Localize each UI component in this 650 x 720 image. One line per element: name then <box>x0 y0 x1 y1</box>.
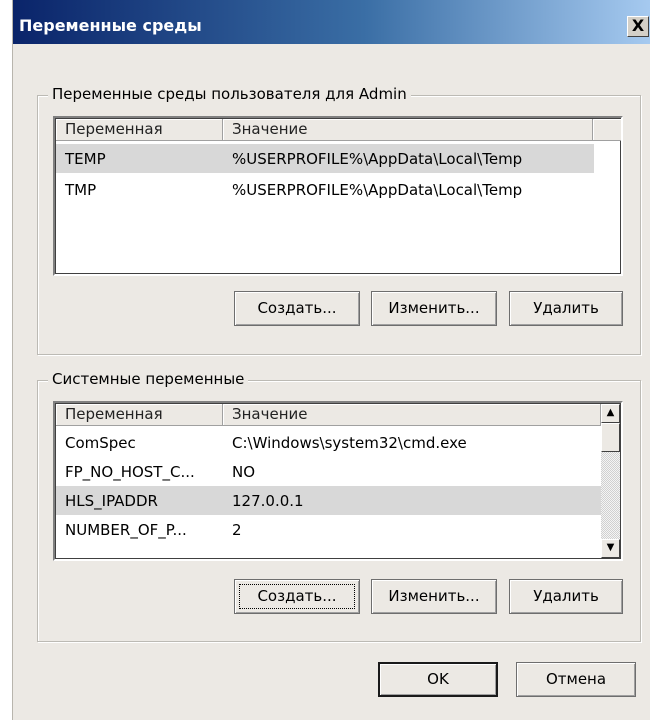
cancel-button[interactable]: Отмена <box>516 662 636 697</box>
system-variables-header: Переменная Значение <box>56 404 601 426</box>
variable-name: HLS_IPADDR <box>65 491 158 510</box>
variable-name: TEMP <box>65 149 106 168</box>
user-new-button[interactable]: Создать... <box>234 291 360 326</box>
variable-name: ComSpec <box>65 433 136 452</box>
system-variables-group: Системные переменные Переменная Значение… <box>37 370 641 642</box>
system-var-row-comspec[interactable]: ComSpec C:\Windows\system32\cmd.exe <box>56 428 601 457</box>
user-variables-group-label: Переменные среды пользователя для Admin <box>48 85 411 103</box>
scroll-up-button[interactable]: ▲ <box>601 404 620 423</box>
variable-value: 127.0.0.1 <box>232 491 304 510</box>
variable-value: %USERPROFILE%\AppData\Local\Temp <box>232 180 523 199</box>
title-bar[interactable]: Переменные среды X <box>13 0 650 44</box>
system-variables-list[interactable]: Переменная Значение ComSpec C:\Windows\s… <box>53 401 623 561</box>
focus-rectangle <box>239 584 355 609</box>
close-button[interactable]: X <box>627 16 649 37</box>
environment-variables-dialog: Переменные среды X Переменные среды поль… <box>12 0 650 720</box>
ok-button[interactable]: OK <box>378 662 498 697</box>
user-var-row-temp[interactable]: TEMP %USERPROFILE%\AppData\Local\Temp <box>56 144 594 173</box>
variable-name: TMP <box>65 180 97 199</box>
user-variables-list[interactable]: Переменная Значение TEMP %USERPROFILE%\A… <box>53 116 623 276</box>
variable-value: 2 <box>232 520 242 539</box>
system-new-button[interactable]: Создать... <box>234 579 360 614</box>
arrow-up-icon: ▲ <box>606 407 615 418</box>
variable-name: NUMBER_OF_P... <box>65 520 187 539</box>
system-variables-group-label: Системные переменные <box>48 370 249 388</box>
system-var-row-fp-no-host[interactable]: FP_NO_HOST_C... NO <box>56 457 601 486</box>
window-title: Переменные среды <box>19 16 202 35</box>
system-var-row-hls-ipaddr[interactable]: HLS_IPADDR 127.0.0.1 <box>56 486 601 515</box>
user-variables-group: Переменные среды пользователя для Admin … <box>37 85 641 355</box>
column-header-value[interactable]: Значение <box>223 404 601 426</box>
variable-name: FP_NO_HOST_C... <box>65 462 195 481</box>
system-var-row-number-of-processors[interactable]: NUMBER_OF_P... 2 <box>56 515 601 544</box>
column-header-variable[interactable]: Переменная <box>56 404 223 426</box>
system-delete-button[interactable]: Удалить <box>509 579 623 614</box>
column-header-filler <box>593 119 621 141</box>
arrow-down-icon: ▼ <box>606 542 615 553</box>
column-header-value[interactable]: Значение <box>223 119 593 141</box>
user-variables-header: Переменная Значение <box>56 119 621 141</box>
user-delete-button[interactable]: Удалить <box>509 291 623 326</box>
variable-value: C:\Windows\system32\cmd.exe <box>232 433 467 452</box>
user-var-row-tmp[interactable]: TMP %USERPROFILE%\AppData\Local\Temp <box>56 175 594 204</box>
variable-value: NO <box>232 462 256 481</box>
column-header-variable[interactable]: Переменная <box>56 119 223 141</box>
user-edit-button[interactable]: Изменить... <box>371 291 497 326</box>
variable-value: %USERPROFILE%\AppData\Local\Temp <box>232 149 523 168</box>
system-edit-button[interactable]: Изменить... <box>371 579 497 614</box>
scroll-down-button[interactable]: ▼ <box>601 539 620 558</box>
scrollbar-thumb[interactable] <box>601 423 620 452</box>
system-variables-scrollbar[interactable]: ▲ ▼ <box>601 404 620 558</box>
